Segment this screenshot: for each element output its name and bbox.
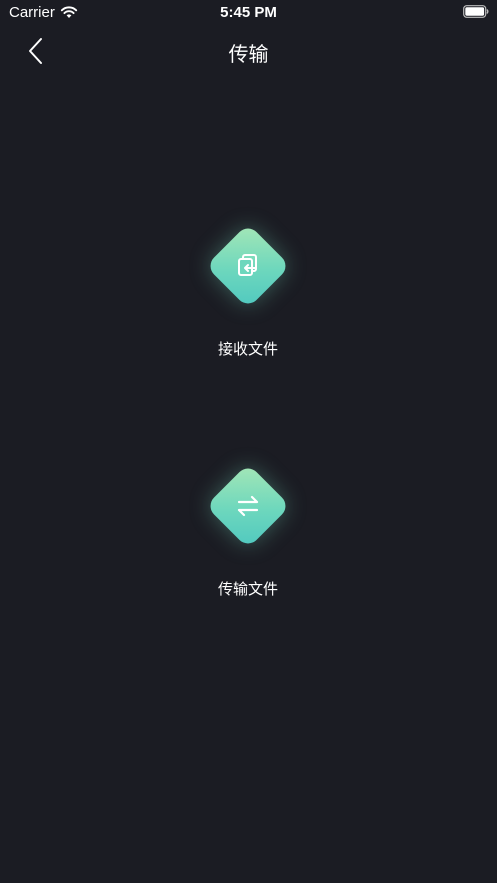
transfer-screen: Carrier 5:45 PM 传输 接收文件 传输文件 (0, 0, 497, 883)
navigation-bar: 传输 (0, 26, 497, 76)
page-title: 传输 (228, 44, 269, 66)
transfer-file-button[interactable]: 传输文件 (148, 458, 348, 608)
battery-icon (463, 5, 489, 18)
clock: 5:45 PM (220, 4, 277, 21)
status-bar: Carrier 5:45 PM (0, 0, 497, 26)
transfer-file-label: 传输文件 (217, 581, 278, 598)
transfer-file-badge (205, 463, 291, 549)
receive-file-icon (238, 254, 257, 276)
receive-file-button[interactable]: 接收文件 (148, 218, 348, 368)
transfer-arrows-icon (237, 495, 259, 517)
receive-file-badge (205, 223, 291, 309)
receive-file-label: 接收文件 (217, 341, 278, 358)
